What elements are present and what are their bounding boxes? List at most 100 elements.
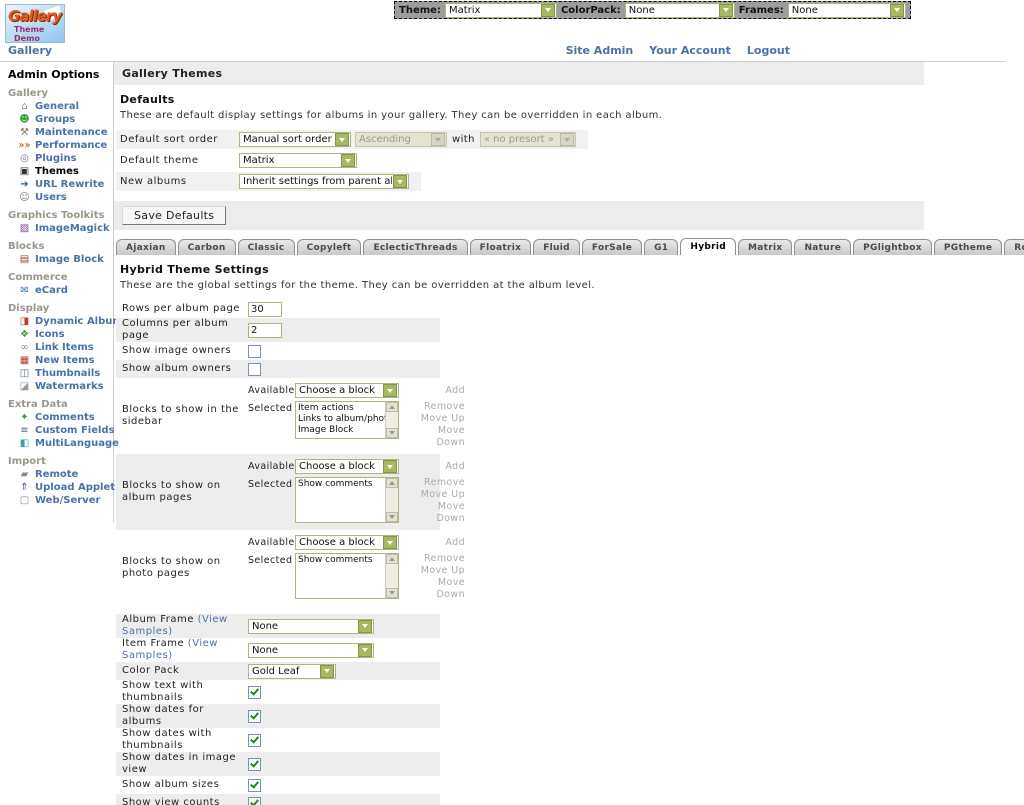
save-defaults-button[interactable]: Save Defaults [122,206,226,225]
list-item[interactable]: Show comments [298,555,385,566]
move-up-link[interactable]: Move Up [407,413,465,425]
sidebar-item-web-server[interactable]: ▢ Web/Server [18,495,113,506]
listbox-scrollbar[interactable] [385,554,398,598]
move-down-link[interactable]: Move Down [407,577,465,601]
columns-per-page-input[interactable] [248,323,282,338]
scroll-down-icon[interactable] [386,588,398,598]
list-item[interactable]: Links to album/photo peers [298,414,385,425]
logout-link[interactable]: Logout [747,44,790,57]
show-image-owners-checkbox[interactable] [248,345,261,358]
new-albums-select[interactable]: Inherit settings from parent album [239,174,409,189]
blocks-photo-selected-listbox[interactable]: Show comments [295,553,399,599]
rows-per-page-input[interactable] [248,302,282,317]
sidebar-item-themes[interactable]: ▣ Themes [18,166,113,177]
header-nav-links: Site Admin Your Account Logout [566,44,790,57]
tab-eclecticthreads[interactable]: EclecticThreads [363,239,467,255]
show-album-owners-checkbox[interactable] [248,363,261,376]
scroll-down-icon[interactable] [386,512,398,522]
sidebar-item-ecard[interactable]: ✉ eCard [18,285,113,296]
blocks-album-selected-listbox[interactable]: Show comments [295,477,399,523]
move-up-link[interactable]: Move Up [407,489,465,501]
your-account-link[interactable]: Your Account [649,44,731,57]
default-sort-order-select[interactable]: Manual sort order [239,132,351,147]
sidebar-item-groups[interactable]: ☻ Groups [18,114,113,125]
sidebar-item-dynamic-albums[interactable]: ◨ Dynamic Albums [18,316,113,327]
sidebar-item-label: MultiLanguage [35,438,119,449]
sidebar-item-general[interactable]: ⌂ General [18,101,113,112]
sidebar-item-performance[interactable]: »» Performance [18,140,113,151]
add-link[interactable]: Add [445,537,465,548]
add-link[interactable]: Add [445,385,465,396]
show-dates-albums-checkbox[interactable] [248,710,261,723]
scroll-down-icon[interactable] [386,428,398,438]
remove-link[interactable]: Remove [407,401,465,413]
default-theme-select[interactable]: Matrix [239,153,357,168]
sidebar-item-multilanguage[interactable]: ◧ MultiLanguage [18,438,113,449]
sidebar-item-imagemagick[interactable]: ▨ ImageMagick [18,223,113,234]
show-view-counts-checkbox[interactable] [248,797,261,805]
show-dates-thumbnails-checkbox[interactable] [248,734,261,747]
blocks-sidebar-available-select[interactable]: Choose a block [295,383,399,398]
theme-select[interactable]: Matrix [445,3,557,18]
scroll-up-icon[interactable] [386,402,398,412]
site-admin-link[interactable]: Site Admin [566,44,634,57]
album-frame-select[interactable]: None [248,619,374,634]
defaults-save-bar: Save Defaults [114,201,924,230]
sidebar-item-thumbnails[interactable]: ◫ Thumbnails [18,368,113,379]
sidebar-item-url-rewrite[interactable]: ➔ URL Rewrite [18,179,113,190]
list-item[interactable]: Item actions [298,403,385,414]
sidebar-item-plugins[interactable]: ◎ Plugins [18,153,113,164]
tab-pglightbox[interactable]: PGlightbox [853,239,932,255]
sidebar-item-watermarks[interactable]: ◪ Watermarks [18,381,113,392]
add-link[interactable]: Add [445,461,465,472]
sidebar-item-comments[interactable]: ✦ Comments [18,412,113,423]
colorpack-select[interactable]: None [625,3,735,18]
tab-fluid[interactable]: Fluid [533,239,580,255]
tab-floatrix[interactable]: Floatrix [470,239,532,255]
tab-ajaxian[interactable]: Ajaxian [116,239,176,255]
scroll-up-icon[interactable] [386,554,398,564]
sidebar-item-new-items[interactable]: ▦ New Items [18,355,113,366]
tab-carbon[interactable]: Carbon [178,239,236,255]
scroll-up-icon[interactable] [386,478,398,488]
remove-link[interactable]: Remove [407,477,465,489]
sidebar-item-image-block[interactable]: ▤ Image Block [18,254,113,265]
show-album-sizes-checkbox[interactable] [248,779,261,792]
remove-link[interactable]: Remove [407,553,465,565]
listbox-scrollbar[interactable] [385,478,398,522]
blocks-photo-available-select[interactable]: Choose a block [295,535,399,550]
sidebar-item-custom-fields[interactable]: ≡ Custom Fields [18,425,113,436]
item-frame-select[interactable]: None [248,643,374,658]
listbox-scrollbar[interactable] [385,402,398,438]
frames-select[interactable]: None [788,3,906,18]
color-pack-select[interactable]: Gold Leaf [248,664,336,679]
sidebar-item-remote[interactable]: ▰ Remote [18,469,113,480]
tab-pgtheme[interactable]: PGtheme [934,239,1002,255]
tab-forsale[interactable]: ForSale [582,239,642,255]
list-item[interactable]: Show comments [298,479,385,490]
tab-g1[interactable]: G1 [644,239,678,255]
new-albums-row: New albums Inherit settings from parent … [116,172,421,191]
tab-classic[interactable]: Classic [238,239,295,255]
tab-matrix[interactable]: Matrix [738,239,792,255]
show-dates-image-view-checkbox[interactable] [248,758,261,771]
tab-hybrid[interactable]: Hybrid [680,238,736,255]
move-down-link[interactable]: Move Down [407,501,465,525]
tab-nature[interactable]: Nature [794,239,851,255]
sidebar-item-maintenance[interactable]: ⚒ Maintenance [18,127,113,138]
show-text-thumbnails-checkbox[interactable] [248,686,261,699]
sidebar-item-users[interactable]: ☺ Users [18,192,113,203]
tab-roundcorners[interactable]: RoundCorners [1004,239,1024,255]
gallery-logo[interactable]: Gallery Theme Demo [5,4,65,43]
move-up-link[interactable]: Move Up [407,565,465,577]
tab-copyleft[interactable]: Copyleft [297,239,362,255]
dropdown-arrow-icon [383,460,397,473]
breadcrumb[interactable]: Gallery [8,44,52,57]
blocks-sidebar-selected-listbox[interactable]: Item actions Links to album/photo peers … [295,401,399,439]
blocks-album-available-select[interactable]: Choose a block [295,459,399,474]
sidebar-item-upload-applet[interactable]: ⇑ Upload Applet [18,482,113,493]
sidebar-item-icons[interactable]: ❖ Icons [18,329,113,340]
move-down-link[interactable]: Move Down [407,425,465,449]
list-item[interactable]: Image Block [298,425,385,436]
sidebar-item-link-items[interactable]: ∞ Link Items [18,342,113,353]
